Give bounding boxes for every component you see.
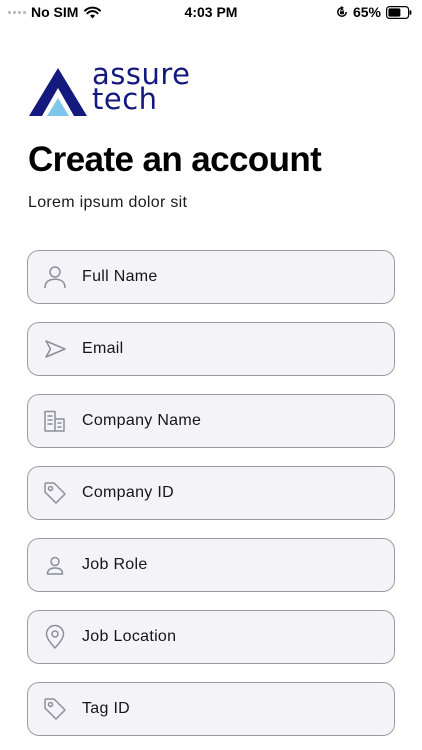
tag-icon xyxy=(42,696,68,722)
rotation-lock-icon xyxy=(337,6,347,17)
job-location-label: Job Location xyxy=(82,628,177,645)
company-name-label: Company Name xyxy=(82,412,202,429)
tag-id-label: Tag ID xyxy=(82,700,131,717)
assure-tech-logo: assure tech xyxy=(29,60,219,118)
page-subtitle: Lorem ipsum dolor sit xyxy=(28,194,188,211)
company-id-label: Company ID xyxy=(82,484,174,501)
user-icon xyxy=(42,552,68,578)
logo-wordmark: assure tech xyxy=(92,60,191,114)
battery-icon xyxy=(386,5,412,19)
send-icon xyxy=(42,336,68,362)
status-bar-right: 65% xyxy=(336,4,412,20)
company-id-field[interactable]: Company ID xyxy=(27,466,395,520)
job-role-field[interactable]: Job Role xyxy=(27,538,395,592)
status-bar: No SIM 4:03 PM 65% xyxy=(0,0,422,24)
company-name-field[interactable]: Company Name xyxy=(27,394,395,448)
job-location-field[interactable]: Job Location xyxy=(27,610,395,664)
tag-id-field[interactable]: Tag ID xyxy=(27,682,395,736)
email-field[interactable]: Email xyxy=(27,322,395,376)
full-name-field[interactable]: Full Name xyxy=(27,250,395,304)
tag-icon xyxy=(42,480,68,506)
full-name-label: Full Name xyxy=(82,268,158,285)
battery-percent: 65% xyxy=(352,4,381,20)
building-icon xyxy=(42,408,68,434)
signup-form: Full Name Email Company Name Company ID xyxy=(27,250,395,750)
email-label: Email xyxy=(82,340,124,357)
location-pin-icon xyxy=(42,624,68,650)
logo-mark-icon xyxy=(29,68,87,116)
create-account-screen: No SIM 4:03 PM 65% assure tech Create an… xyxy=(0,0,422,750)
page-title: Create an account xyxy=(28,140,322,179)
user-icon xyxy=(42,264,68,290)
job-role-label: Job Role xyxy=(82,556,148,573)
